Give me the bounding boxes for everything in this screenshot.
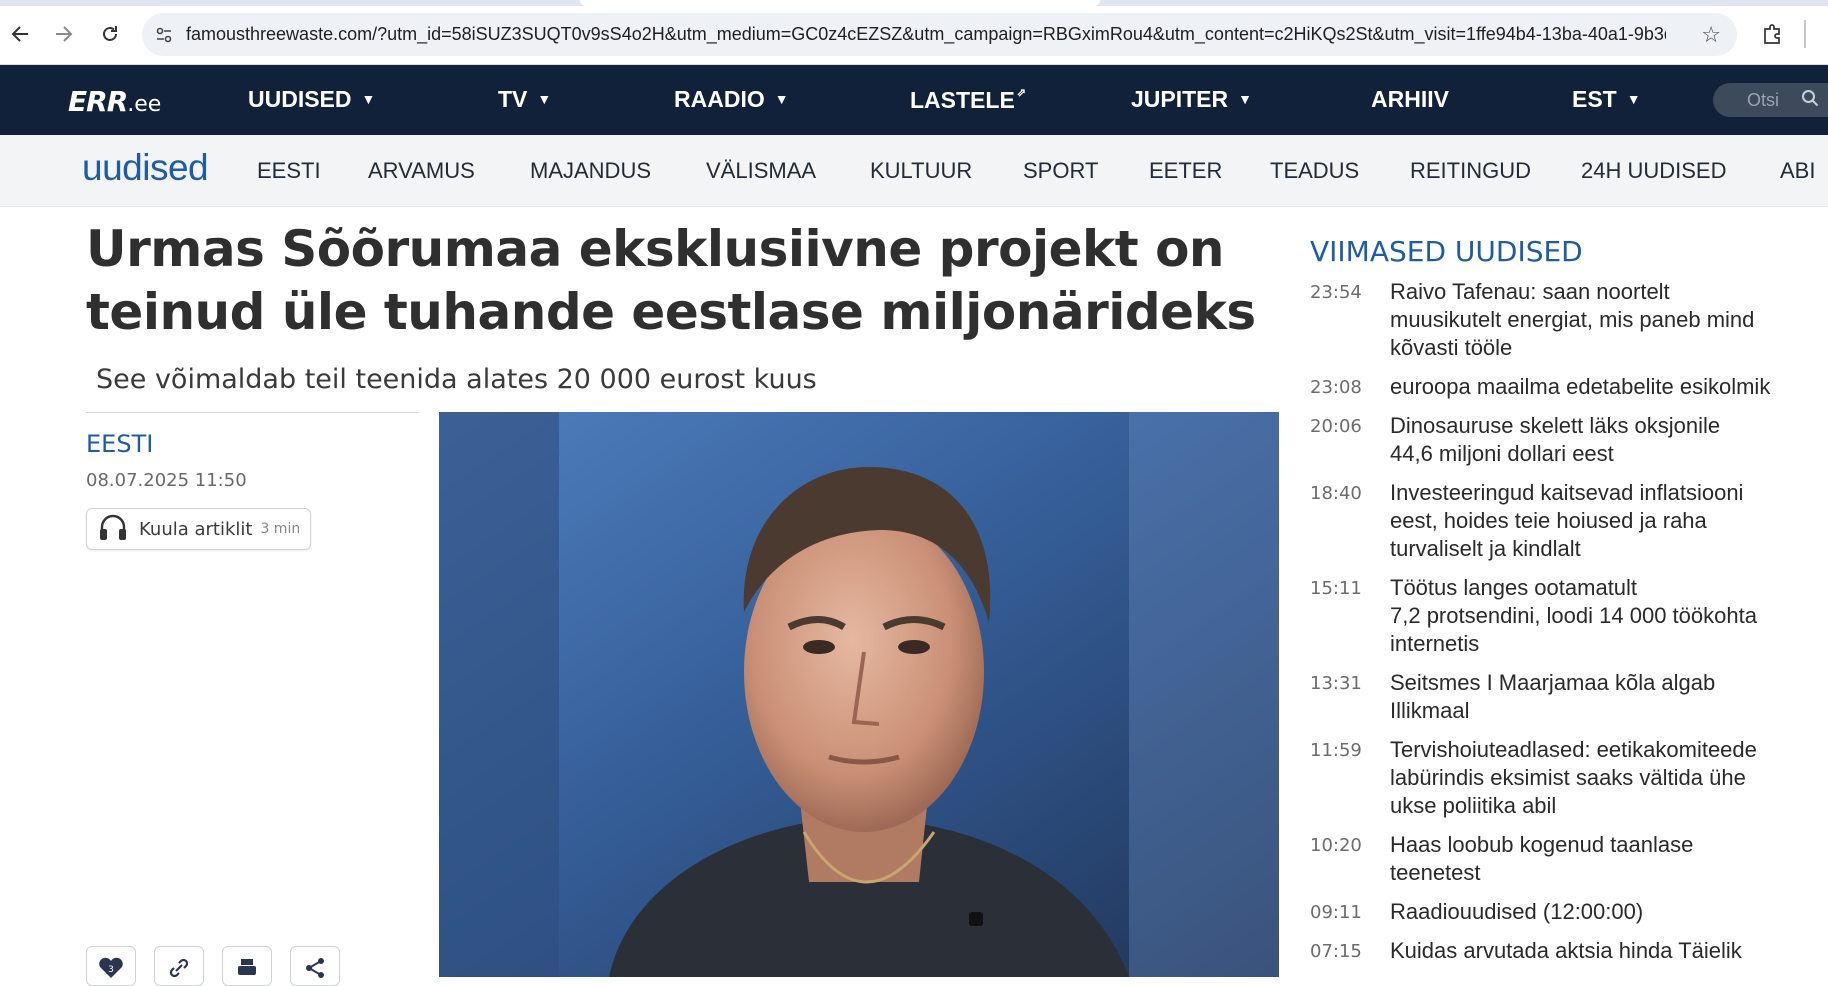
listen-article-button[interactable]: Kuula artiklit 3 min	[86, 508, 311, 550]
news-headline[interactable]: Haas loobub kogenud taanlase teenetest	[1390, 831, 1693, 887]
err-logo[interactable]: ERR.ee	[68, 85, 161, 118]
subnav-item-24h-uudised[interactable]: 24H UUDISED	[1581, 158, 1726, 184]
subnav-item-eeter[interactable]: EETER	[1149, 158, 1222, 184]
search-icon[interactable]	[1801, 89, 1819, 112]
topnav-item-raadio[interactable]: RAADIO ▼	[674, 86, 789, 113]
caret-down-icon: ▼	[774, 91, 789, 107]
news-headline[interactable]: Raadiouudised (12:00:00)	[1390, 898, 1643, 926]
toolbar-divider	[1804, 20, 1806, 48]
subnav-item-arvamus[interactable]: ARVAMUS	[368, 158, 475, 184]
news-time: 11:59	[1310, 740, 1362, 761]
section-navigation: uudised EESTI ARVAMUS MAJANDUS VÄLISMAA …	[0, 135, 1828, 207]
news-headline[interactable]: Tervishoiuteadlased: eetikakomiteede lab…	[1390, 736, 1757, 820]
share-icon[interactable]	[290, 946, 340, 986]
listen-label: Kuula artiklit	[139, 518, 253, 540]
news-time: 15:11	[1310, 578, 1362, 599]
caret-down-icon: ▼	[1626, 91, 1641, 107]
address-bar[interactable]: famousthreewaste.com/?utm_id=58iSUZ3SUQT…	[142, 13, 1737, 56]
news-headline[interactable]: euroopa maailma edetabelite esikolmik	[1390, 373, 1770, 401]
news-headline[interactable]: Investeeringud kaitsevad inflatsiooni ee…	[1390, 479, 1743, 563]
latest-news-list: 23:54 Raivo Tafenau: saan noortelt muusik…	[1310, 278, 1820, 976]
meta-divider	[86, 412, 419, 413]
external-link-icon: ⇗	[1016, 87, 1026, 99]
caret-down-icon: ▼	[537, 91, 552, 107]
copy-link-icon[interactable]	[154, 946, 204, 986]
subnav-item-eesti[interactable]: EESTI	[257, 158, 321, 184]
logo-suffix: .ee	[127, 92, 162, 117]
print-icon[interactable]	[222, 946, 272, 986]
article-date: 08.07.2025 11:50	[86, 470, 247, 491]
top-navigation: ERR.ee UUDISED ▼ TV ▼ RAADIO ▼ LASTELE ⇗ JUP…	[0, 65, 1828, 135]
caret-down-icon: ▼	[361, 91, 376, 107]
news-item[interactable]: 07:15 Kuidas arvutada aktsia hinda Täieli…	[1310, 937, 1820, 965]
topnav-item-tv[interactable]: TV ▼	[498, 86, 551, 113]
news-time: 18:40	[1310, 483, 1362, 504]
news-time: 09:11	[1310, 902, 1362, 923]
article-category-link[interactable]: EESTI	[86, 430, 153, 458]
article-photo	[439, 412, 1279, 977]
topnav-item-uudised[interactable]: UUDISED ▼	[248, 86, 375, 113]
listen-duration: 3 min	[260, 521, 301, 537]
browser-toolbar: famousthreewaste.com/?utm_id=58iSUZ3SUQT…	[0, 0, 1828, 65]
extensions-puzzle-icon[interactable]	[1757, 18, 1789, 50]
topnav-item-lastele[interactable]: LASTELE ⇗	[910, 86, 1026, 114]
news-time: 07:15	[1310, 941, 1362, 962]
article-headline: Urmas Sõõrumaa eksklusiivne projekt on t…	[86, 220, 1256, 341]
subnav-item-abi[interactable]: ABI	[1780, 158, 1815, 184]
news-headline[interactable]: Töötus langes ootamatult 7,2 protsendini…	[1390, 574, 1757, 658]
url-text[interactable]: famousthreewaste.com/?utm_id=58iSUZ3SUQT…	[186, 24, 1666, 45]
news-headline[interactable]: Kuidas arvutada aktsia hinda Täielik	[1390, 937, 1742, 965]
news-item[interactable]: 20:06 Dinosauruse skelett läks oksjonile …	[1310, 412, 1820, 468]
subnav-item-majandus[interactable]: MAJANDUS	[530, 158, 651, 184]
news-time: 13:31	[1310, 673, 1362, 694]
latest-news-title[interactable]: VIIMASED UUDISED	[1310, 235, 1583, 268]
active-tab[interactable]	[580, 0, 1100, 6]
news-item[interactable]: 11:59 Tervishoiuteadlased: eetikakomiteed…	[1310, 736, 1820, 820]
news-time: 20:06	[1310, 416, 1362, 437]
section-brand[interactable]: uudised	[82, 147, 209, 189]
subnav-item-reitingud[interactable]: REITINGUD	[1410, 158, 1531, 184]
news-item[interactable]: 10:20 Haas loobub kogenud taanlase teenet…	[1310, 831, 1820, 887]
news-headline[interactable]: Raivo Tafenau: saan noortelt muusikutelt…	[1390, 278, 1754, 362]
news-headline[interactable]: Dinosauruse skelett läks oksjonile 44,6 …	[1390, 412, 1720, 468]
topnav-item-arhiiv[interactable]: ARHIIV	[1371, 86, 1449, 113]
subnav-item-teadus[interactable]: TEADUS	[1270, 158, 1359, 184]
subnav-item-valismaa[interactable]: VÄLISMAA	[706, 158, 816, 184]
back-arrow-icon[interactable]	[4, 18, 36, 50]
article-lead: See võimaldab teil teenida alates 20 000…	[96, 364, 817, 395]
news-time: 10:20	[1310, 835, 1362, 856]
search-input[interactable]: Otsi	[1713, 83, 1828, 117]
caret-down-icon: ▼	[1238, 91, 1252, 107]
bookmark-star-icon[interactable]: ☆	[1701, 22, 1721, 48]
forward-arrow-icon[interactable]	[48, 18, 80, 50]
news-time: 23:54	[1310, 282, 1362, 303]
reload-icon[interactable]	[94, 18, 126, 50]
news-item[interactable]: 23:54 Raivo Tafenau: saan noortelt muusik…	[1310, 278, 1820, 362]
news-item[interactable]: 13:31 Seitsmes I Maarjamaa kõla algab Ill…	[1310, 669, 1820, 725]
topnav-item-language[interactable]: EST ▼	[1572, 86, 1641, 113]
news-item[interactable]: 18:40 Investeeringud kaitsevad inflatsioo…	[1310, 479, 1820, 563]
news-item[interactable]: 15:11 Töötus langes ootamatult 7,2 protse…	[1310, 574, 1820, 658]
news-item[interactable]: 23:08 euroopa maailma edetabelite esikol…	[1310, 373, 1820, 401]
tab-strip	[0, 0, 1828, 6]
site-settings-icon[interactable]	[142, 25, 186, 45]
logo-main: ERR	[68, 85, 128, 118]
subnav-item-sport[interactable]: SPORT	[1023, 158, 1098, 184]
news-headline[interactable]: Seitsmes I Maarjamaa kõla algab Illikmaa…	[1390, 669, 1715, 725]
news-time: 23:08	[1310, 377, 1362, 398]
headphones-icon	[97, 512, 129, 547]
subnav-item-kultuur[interactable]: KULTUUR	[870, 158, 972, 184]
like-heart-icon[interactable]: 3	[86, 946, 136, 986]
news-item[interactable]: 09:11 Raadiouudised (12:00:00)	[1310, 898, 1820, 926]
like-count: 3	[108, 965, 114, 975]
topnav-item-jupiter[interactable]: JUPITER ▼	[1131, 86, 1252, 113]
